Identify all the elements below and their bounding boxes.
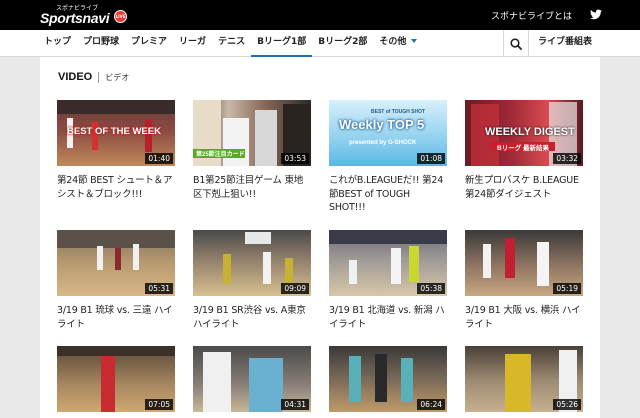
video-title[interactable]: 3/19 B1 北海道 vs. 新潟 ハイライト xyxy=(329,304,447,331)
video-duration: 05:38 xyxy=(417,283,445,294)
nav-other-label: その他 xyxy=(379,37,407,47)
video-card[interactable]: BEST of TOUGH SHOT Weekly TOP 5 presente… xyxy=(329,100,447,215)
video-card[interactable]: WEEKLY DIGEST Bリーグ 最新結果 03:32 新生プロバスケ B.… xyxy=(465,100,583,201)
nav-bleague2[interactable]: Bリーグ2部 xyxy=(312,30,373,57)
main-nav: トップ プロ野球 プレミア リーガ テニス Bリーグ1部 Bリーグ2部 その他 … xyxy=(0,30,640,57)
video-card[interactable]: 第25節注目カード 03:53 B1第25節注目ゲーム 東地区下剋上狙い!! xyxy=(193,100,311,201)
video-thumbnail[interactable]: 09:09 xyxy=(193,230,311,296)
title-divider xyxy=(98,71,100,83)
search-icon xyxy=(510,37,522,50)
nav-top[interactable]: トップ xyxy=(38,30,77,57)
video-thumbnail[interactable]: 05:38 xyxy=(329,230,447,296)
thumbnail-overlay-text: BEST OF THE WEEK xyxy=(67,126,161,137)
top-bar: スポナビライブ Sportsnavi LIVE スポナビライブとは xyxy=(0,0,640,30)
search-button[interactable] xyxy=(503,30,529,57)
video-title[interactable]: B1第25節注目ゲーム 東地区下剋上狙い!! xyxy=(193,174,311,201)
live-schedule-link[interactable]: ライブ番組表 xyxy=(538,30,592,54)
video-thumbnail[interactable]: 06:24 xyxy=(329,346,447,412)
video-duration: 07:05 xyxy=(145,399,173,410)
video-card[interactable]: 07:05 xyxy=(57,346,175,418)
video-thumbnail[interactable]: 第25節注目カード 03:53 xyxy=(193,100,311,166)
video-thumbnail[interactable]: 05:31 xyxy=(57,230,175,296)
video-duration: 05:19 xyxy=(553,283,581,294)
video-thumbnail[interactable]: 07:05 xyxy=(57,346,175,412)
video-title[interactable]: 新生プロバスケ B.LEAGUE 第24節ダイジェスト xyxy=(465,174,583,201)
video-thumbnail[interactable]: 04:31 xyxy=(193,346,311,412)
about-link[interactable]: スポナビライブとは xyxy=(491,9,572,22)
video-duration: 03:32 xyxy=(553,153,581,164)
nav-bleague1[interactable]: Bリーグ1部 xyxy=(251,30,313,57)
video-card[interactable]: 05:19 3/19 B1 大阪 vs. 横浜 ハイライト xyxy=(465,230,583,331)
video-title[interactable]: これがB.LEAGUEだ!! 第24節BEST of TOUGH SHOT!!! xyxy=(329,174,447,215)
video-card[interactable]: 06:24 xyxy=(329,346,447,418)
video-title[interactable]: 3/19 B1 SR渋谷 vs. A東京 ハイライト xyxy=(193,304,311,331)
video-duration: 05:26 xyxy=(553,399,581,410)
nav-liga[interactable]: リーガ xyxy=(173,30,212,57)
section-title-en: VIDEO xyxy=(58,71,93,83)
thumbnail-overlay-bottom: presented by G-SHOCK xyxy=(349,140,417,146)
video-card[interactable]: 04:31 xyxy=(193,346,311,418)
section-title: VIDEO ビデオ xyxy=(58,71,129,83)
video-thumbnail[interactable]: 05:19 xyxy=(465,230,583,296)
video-duration: 05:31 xyxy=(145,283,173,294)
video-title[interactable]: 3/19 B1 琉球 vs. 三遠 ハイライト xyxy=(57,304,175,331)
thumbnail-overlay-text: 第25節注目カード xyxy=(196,152,245,158)
thumbnail-overlay-text: Weekly TOP 5 xyxy=(339,117,425,132)
video-duration: 06:24 xyxy=(417,399,445,410)
nav-premier[interactable]: プレミア xyxy=(125,30,173,57)
video-title[interactable]: 第24節 BEST シュート＆アシスト＆ブロック!!! xyxy=(57,174,175,201)
live-badge: LIVE xyxy=(114,10,127,23)
video-card[interactable]: 09:09 3/19 B1 SR渋谷 vs. A東京 ハイライト xyxy=(193,230,311,331)
video-card[interactable]: 05:31 3/19 B1 琉球 vs. 三遠 ハイライト xyxy=(57,230,175,331)
logo-wordmark: Sportsnavi xyxy=(40,10,110,26)
nav-baseball[interactable]: プロ野球 xyxy=(77,30,125,57)
video-card[interactable]: 05:38 3/19 B1 北海道 vs. 新潟 ハイライト xyxy=(329,230,447,331)
sportsnavi-logo[interactable]: スポナビライブ Sportsnavi LIVE xyxy=(40,5,130,27)
video-title[interactable]: 3/19 B1 大阪 vs. 横浜 ハイライト xyxy=(465,304,583,331)
video-panel: VIDEO ビデオ BEST OF THE WEEK 01:40 第24節 BE… xyxy=(40,57,600,418)
video-duration: 01:08 xyxy=(417,153,445,164)
thumbnail-overlay-bottom: Bリーグ 最新結果 xyxy=(497,145,549,152)
video-thumbnail[interactable]: BEST of TOUGH SHOT Weekly TOP 5 presente… xyxy=(329,100,447,166)
thumbnail-overlay-top: BEST of TOUGH SHOT xyxy=(371,109,426,115)
nav-other[interactable]: その他 xyxy=(373,30,423,57)
nav-tennis[interactable]: テニス xyxy=(212,30,251,57)
video-card[interactable]: BEST OF THE WEEK 01:40 第24節 BEST シュート＆アシ… xyxy=(57,100,175,201)
video-thumbnail[interactable]: 05:26 xyxy=(465,346,583,412)
video-thumbnail[interactable]: WEEKLY DIGEST Bリーグ 最新結果 03:32 xyxy=(465,100,583,166)
video-card[interactable]: 05:26 xyxy=(465,346,583,418)
chevron-down-icon xyxy=(411,39,418,43)
video-thumbnail[interactable]: BEST OF THE WEEK 01:40 xyxy=(57,100,175,166)
section-title-ja: ビデオ xyxy=(105,72,130,82)
video-duration: 03:53 xyxy=(281,153,309,164)
video-duration: 04:31 xyxy=(281,399,309,410)
video-duration: 09:09 xyxy=(281,283,309,294)
twitter-icon[interactable] xyxy=(590,9,602,20)
video-duration: 01:40 xyxy=(145,153,173,164)
thumbnail-overlay-text: WEEKLY DIGEST xyxy=(485,126,575,138)
